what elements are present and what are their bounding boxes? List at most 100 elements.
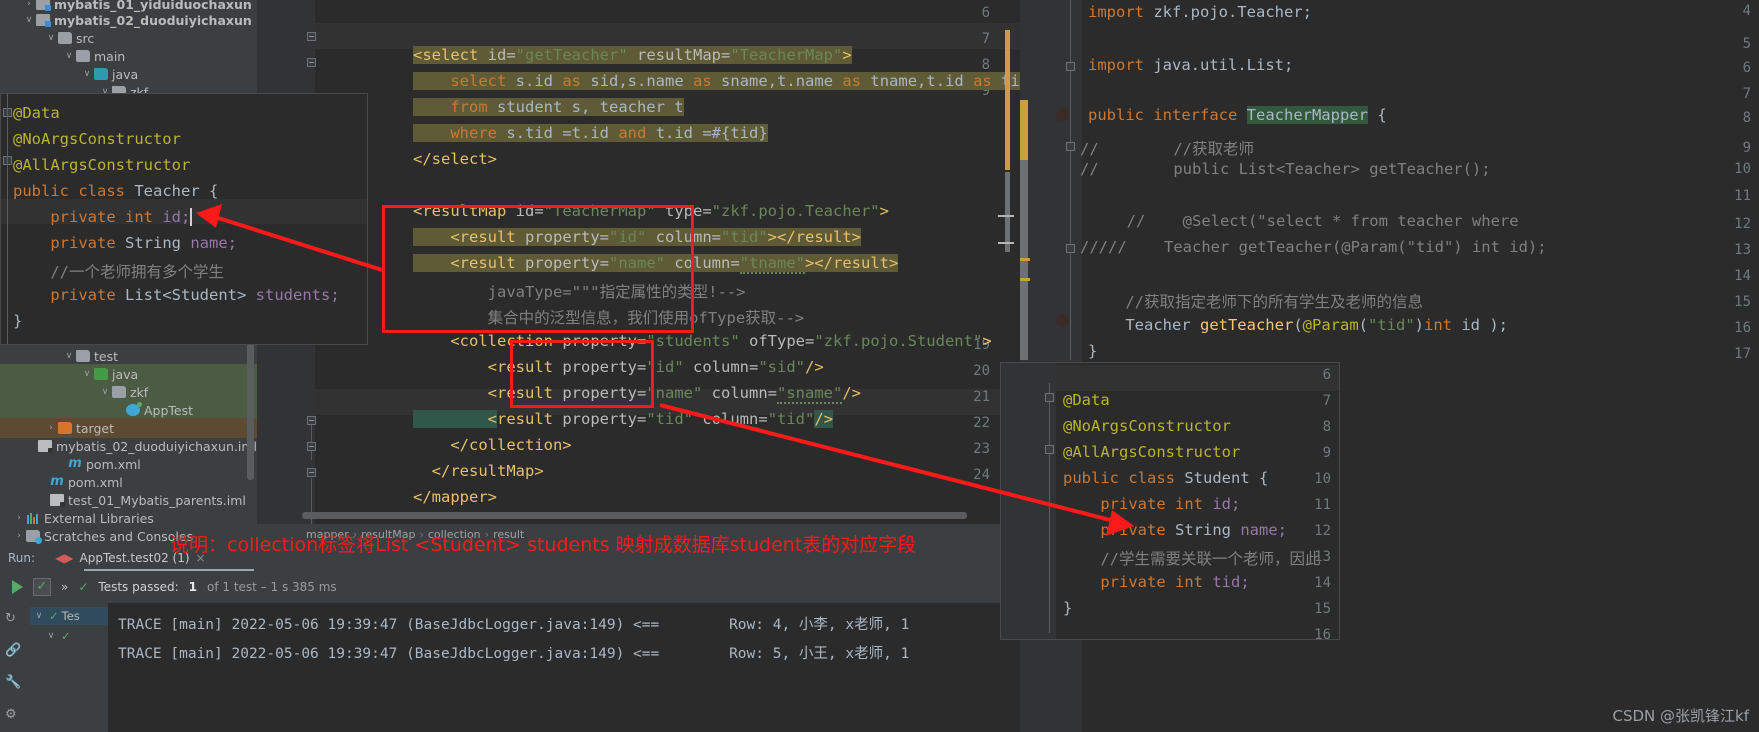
link-icon[interactable]: 🔗 bbox=[5, 643, 21, 658]
code-line-number: 7 bbox=[1322, 393, 1331, 409]
tree-item-label: zkf bbox=[130, 384, 149, 400]
xml-horizontal-scrollbar[interactable] bbox=[302, 512, 967, 519]
chevron-right-icon[interactable]: › bbox=[12, 531, 26, 541]
student-popup-line: @AllArgsConstructor bbox=[1063, 443, 1241, 461]
code-line-number: 6 bbox=[1742, 60, 1751, 76]
iml-file-icon bbox=[38, 440, 54, 453]
chevron-down-icon[interactable]: ∨ bbox=[98, 387, 112, 397]
xml-scroll-tick bbox=[998, 242, 1014, 244]
teacher-popup-line: @Data bbox=[13, 104, 60, 122]
console-log[interactable]: TRACE [main] 2022-05-06 19:39:47 (BaseJd… bbox=[108, 603, 1020, 732]
code-line-number: 13 bbox=[1734, 242, 1751, 258]
tree-item-main-java[interactable]: ∨ java bbox=[0, 64, 257, 84]
code-line: } bbox=[1088, 342, 1098, 360]
show-passed-toggle-icon[interactable]: ✓ bbox=[33, 578, 51, 596]
xml-line-number: 21 bbox=[973, 389, 990, 405]
tree-item-label: test bbox=[94, 348, 119, 364]
tree-item-label: External Libraries bbox=[44, 510, 154, 526]
expand-icon[interactable]: » bbox=[61, 580, 68, 594]
code-line-number: 5 bbox=[1742, 36, 1751, 52]
fold-marker-icon[interactable] bbox=[307, 468, 316, 477]
chevron-right-icon[interactable]: › bbox=[44, 423, 58, 433]
tree-item-mybatis-02[interactable]: ∨ mybatis_02_duoduiyichaxun bbox=[0, 10, 257, 30]
student-popup-line: @Data bbox=[1063, 391, 1110, 409]
code-line-number: 10 bbox=[1314, 471, 1331, 487]
teacher-popup-line: @AllArgsConstructor bbox=[13, 156, 191, 174]
tests-passed-detail: of 1 test – 1 s 385 ms bbox=[206, 580, 337, 594]
code-line-number: 12 bbox=[1314, 523, 1331, 539]
chevron-down-icon[interactable]: ∨ bbox=[80, 369, 94, 379]
xml-scroll-marker bbox=[1005, 30, 1010, 170]
test-status-check-icon: ✓ bbox=[78, 580, 89, 594]
test-tree-node[interactable]: ∨ ✓ bbox=[44, 629, 74, 643]
tree-item-external-libraries[interactable]: › External Libraries bbox=[0, 508, 257, 528]
chevron-down-icon[interactable]: ∨ bbox=[44, 33, 58, 43]
student-popup-gutter[interactable] bbox=[1001, 363, 1056, 639]
xml-editor[interactable]: 6 7 8 9 19 20 21 22 23 24 <select id="ge… bbox=[257, 0, 1020, 524]
run-tool-window[interactable]: Run: ◀▶ AppTest.test02 (1) × ✓ » ✓ Tests… bbox=[0, 545, 1020, 732]
tree-item-main[interactable]: ∨ main bbox=[0, 46, 257, 66]
teacher-popup-line: public class Teacher { bbox=[13, 182, 219, 200]
chevron-right-icon[interactable]: › bbox=[12, 513, 26, 523]
chevron-down-icon[interactable]: ∨ bbox=[22, 15, 36, 25]
fold-marker-icon[interactable] bbox=[1045, 445, 1054, 454]
student-popup-line: @NoArgsConstructor bbox=[1063, 417, 1231, 435]
code-line: import java.util.List; bbox=[1088, 56, 1294, 74]
wrench-icon[interactable]: 🔧 bbox=[5, 675, 21, 690]
teacher-class-popup[interactable]: @Data @NoArgsConstructor @AllArgsConstru… bbox=[0, 93, 368, 345]
run-toolbar[interactable]: ✓ » ✓ Tests passed: 1 of 1 test – 1 s 38… bbox=[0, 573, 1020, 601]
fold-marker-icon[interactable] bbox=[1066, 142, 1075, 151]
fold-marker-icon[interactable] bbox=[1066, 244, 1075, 253]
fold-marker-icon[interactable] bbox=[307, 416, 316, 425]
rerun-icon[interactable] bbox=[12, 580, 23, 594]
tree-item-target[interactable]: › target bbox=[0, 418, 257, 438]
fold-marker-icon[interactable] bbox=[307, 58, 316, 67]
tree-item-label: AppTest bbox=[144, 402, 194, 418]
tree-item-label: test_01_Mybatis_parents.iml bbox=[68, 492, 246, 508]
tree-item-apptest[interactable]: AppTest bbox=[0, 400, 257, 420]
fold-guide bbox=[1070, 0, 1071, 360]
popup-current-line bbox=[1056, 365, 1339, 391]
fold-marker-icon[interactable] bbox=[1066, 62, 1075, 71]
chevron-down-icon[interactable]: ∨ bbox=[80, 69, 94, 79]
code-line-number: 16 bbox=[1314, 627, 1331, 640]
student-class-popup[interactable]: 6 7 8 9 10 11 12 13 14 15 16 @Data @NoAr… bbox=[1000, 362, 1340, 640]
console-side-toolbar[interactable]: ↻ 🔗 🔧 ⚙ bbox=[0, 603, 28, 732]
bean-gutter-icon[interactable] bbox=[1056, 314, 1069, 327]
tree-item-test-java[interactable]: ∨ java bbox=[0, 364, 257, 384]
watermark: CSDN @张凯锋江kf bbox=[1612, 707, 1749, 725]
test-results-tree[interactable]: ∨ ✓ Tes ∨ ✓ bbox=[28, 603, 108, 732]
test-tree-node[interactable]: ∨ ✓ Tes bbox=[30, 607, 108, 625]
tree-item-src[interactable]: ∨ src bbox=[0, 28, 257, 48]
tree-item-label: mybatis_02_duoduiyichaxun.iml bbox=[56, 438, 257, 454]
console-output-area[interactable]: ↻ 🔗 🔧 ⚙ ∨ ✓ Tes ∨ ✓ TRACE [main] 2022-05… bbox=[0, 603, 1020, 732]
fold-marker-icon[interactable] bbox=[1045, 393, 1054, 402]
bean-gutter-icon[interactable] bbox=[1056, 108, 1069, 121]
print-icon[interactable]: ⚙ bbox=[5, 707, 17, 722]
chevron-down-icon[interactable]: ∨ bbox=[44, 631, 58, 641]
tree-item-test-zkf[interactable]: ∨ zkf bbox=[0, 382, 257, 402]
tree-vertical-scrollbar[interactable] bbox=[247, 330, 254, 480]
fold-marker-icon[interactable] bbox=[307, 442, 316, 451]
test-tree-node-label: Tes bbox=[61, 609, 80, 623]
chevron-down-icon[interactable]: ∨ bbox=[32, 611, 46, 621]
code-line: Teacher getTeacher(@Param("tid")int id )… bbox=[1088, 316, 1509, 334]
student-popup-line: //学生需要关联一个老师，因此 bbox=[1063, 550, 1321, 568]
tree-item-module-iml[interactable]: mybatis_02_duoduiyichaxun.iml bbox=[0, 436, 257, 456]
chevron-down-icon[interactable]: ∨ bbox=[62, 51, 76, 61]
fold-marker-icon[interactable] bbox=[307, 32, 316, 41]
rerun-failed-icon[interactable]: ↻ bbox=[5, 611, 16, 626]
tree-item-label: target bbox=[76, 420, 115, 436]
chevron-down-icon[interactable]: ∨ bbox=[62, 351, 76, 361]
fold-guide bbox=[1049, 383, 1050, 633]
console-log-line: TRACE [main] 2022-05-06 19:39:47 (BaseJd… bbox=[118, 646, 910, 662]
scratches-icon bbox=[26, 530, 42, 544]
tree-item-pom-outer[interactable]: m pom.xml bbox=[0, 472, 257, 492]
tree-item-pom-inner[interactable]: m pom.xml bbox=[0, 454, 257, 474]
chevron-right-icon[interactable]: › bbox=[22, 0, 36, 9]
tree-item-parents-iml[interactable]: test_01_Mybatis_parents.iml bbox=[0, 490, 257, 510]
test-passed-icon: ✓ bbox=[49, 609, 59, 623]
xml-scroll-thumb[interactable] bbox=[1005, 172, 1010, 252]
folder-icon bbox=[58, 32, 72, 44]
tree-item-test[interactable]: ∨ test bbox=[0, 346, 257, 366]
